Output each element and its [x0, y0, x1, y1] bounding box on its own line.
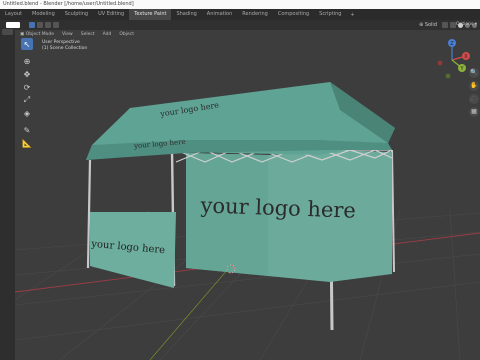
tab-animation[interactable]: Animation: [202, 9, 238, 20]
annotate-icon[interactable]: ✎: [21, 124, 33, 136]
select-box-icon[interactable]: ↖: [21, 38, 33, 50]
editor-header: ⊕ Solid: [0, 20, 480, 30]
tab-compositing[interactable]: Compositing: [273, 9, 314, 20]
tool-header: ▣ Object Mode View Select Add Object: [16, 30, 480, 38]
mode-label: Object Mode: [25, 31, 55, 37]
viewport-info: User Perspective (1) Scene Collection: [42, 40, 87, 52]
tab-sculpting[interactable]: Sculpting: [60, 9, 93, 20]
tab-shading[interactable]: Shading: [171, 9, 201, 20]
gizmo-neg-y[interactable]: [445, 73, 451, 79]
overlay-icon[interactable]: [442, 22, 448, 28]
brush-icon[interactable]: [53, 21, 59, 28]
tab-rendering[interactable]: Rendering: [237, 9, 273, 20]
orientation-label: Solid: [424, 22, 437, 28]
workspace-tab-bar: Layout Modeling Sculpting UV Editing Tex…: [0, 9, 480, 27]
hand-icon[interactable]: ✋: [469, 81, 479, 91]
measure-icon[interactable]: 📐: [21, 137, 33, 149]
scale-icon[interactable]: ⤢: [21, 94, 33, 106]
grid-icon[interactable]: ▦: [469, 107, 479, 117]
cursor-icon[interactable]: ⊕: [21, 55, 33, 67]
mode-selector[interactable]: ▣ Object Mode: [16, 32, 58, 37]
face-icon[interactable]: [45, 21, 51, 28]
move-icon[interactable]: ✥: [21, 68, 33, 80]
gizmo-x-label: X: [464, 54, 468, 60]
gizmo-neg-x[interactable]: [437, 60, 443, 66]
transform-icon[interactable]: ◈: [21, 107, 33, 119]
menu-select[interactable]: Select: [77, 32, 99, 37]
add-workspace-button[interactable]: +: [346, 12, 358, 18]
transform-orientation-select[interactable]: ⊕ Solid: [415, 22, 441, 28]
options-button[interactable]: Options ▾: [456, 20, 477, 30]
side-panel-tab[interactable]: [2, 29, 13, 35]
window-title-bar: Untitled.blend - Blender [/home/user/Unt…: [0, 0, 480, 9]
menu-add[interactable]: Add: [99, 32, 116, 37]
tab-uv-editing[interactable]: UV Editing: [93, 9, 129, 20]
camera-icon[interactable]: 🎥: [469, 94, 479, 104]
menu-object[interactable]: Object: [115, 32, 138, 37]
tab-layout[interactable]: Layout: [0, 9, 27, 20]
menu-view[interactable]: View: [58, 32, 77, 37]
rotate-icon[interactable]: ⟳: [21, 81, 33, 93]
viewport-canvas[interactable]: your logo here your logo here your logo …: [15, 38, 480, 360]
collection-name: (1) Scene Collection: [42, 46, 88, 51]
3d-viewport[interactable]: your logo here your logo here your logo …: [15, 38, 480, 360]
gizmo-z-label: Z: [450, 41, 454, 47]
tab-scripting[interactable]: Scripting: [314, 9, 346, 20]
tab-texture-paint[interactable]: Texture Paint: [129, 9, 172, 20]
viewport-nav-buttons: 🔍 ✋ 🎥 ▦: [469, 68, 479, 120]
tab-modeling[interactable]: Modeling: [27, 9, 60, 20]
zoom-icon[interactable]: 🔍: [469, 68, 479, 78]
tool-shelf: ↖ ⊕ ✥ ⟳ ⤢ ◈ ✎ 📐: [20, 38, 34, 150]
mode-buttons: [24, 21, 64, 29]
color-swatch[interactable]: [6, 21, 20, 28]
left-side-panel: [0, 29, 15, 360]
vertex-icon[interactable]: [37, 21, 43, 28]
paint-mode-icon[interactable]: [29, 21, 35, 28]
editor-type-button[interactable]: [0, 21, 24, 29]
